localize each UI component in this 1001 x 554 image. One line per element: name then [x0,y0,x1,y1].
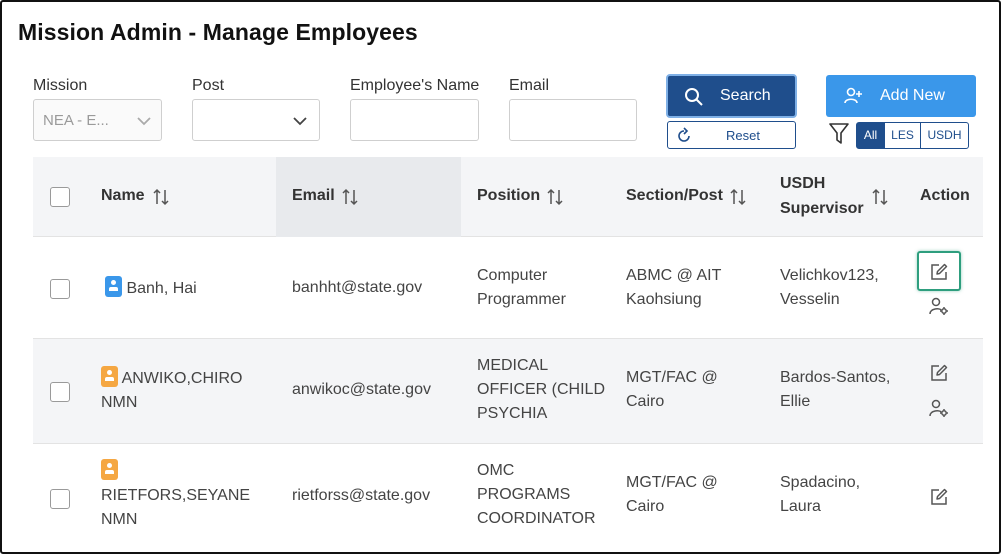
employee-name-text: ANWIKO,CHIRO [121,370,243,387]
post-label: Post [192,77,225,94]
employee-position: MEDICAL OFFICER (CHILD PSYCHIA [477,354,605,426]
user-settings-icon[interactable] [929,398,949,418]
section-line: ABMC @ AIT [626,267,722,284]
position-line: PSYCHIA [477,405,548,422]
search-button-label: Search [720,87,771,104]
column-header-section-post[interactable]: Section/Post [626,187,723,205]
employee-name-text: NMN [101,394,138,411]
employee-section-post: MGT/FAC @ Cairo [626,366,718,414]
employee-position: OMC PROGRAMS COORDINATOR [477,459,596,531]
search-icon [685,88,703,106]
employee-email: banhht@state.gov [292,279,423,296]
user-settings-icon[interactable] [929,296,949,316]
mission-select-value: NEA - E... [43,112,109,129]
table-row: RIETFORS,SEYANE NMN rietforss@state.gov … [33,444,983,552]
row-checkbox[interactable] [50,489,70,509]
supervisor-line: Bardos-Santos, [780,369,891,386]
filter-icon [829,123,849,144]
refresh-icon [678,127,690,142]
type-filter-usdh[interactable]: USDH [920,122,969,149]
table-row: Banh, Hai banhht@state.gov Computer Prog… [33,238,983,339]
employee-name-text: RIETFORS,SEYANE [101,487,251,504]
employee-supervisor: Spadacino, Laura [780,471,860,519]
column-header-email[interactable]: Email [292,187,335,205]
column-header-usdh[interactable]: USDH [780,175,825,193]
employee-supervisor: Bardos-Santos, Ellie [780,366,890,414]
add-new-button[interactable]: Add New [826,75,976,117]
sort-icon[interactable] [341,188,359,206]
position-line: OMC [477,462,515,479]
type-filter-all[interactable]: All [856,122,885,149]
employee-name-input[interactable] [350,99,479,141]
les-badge-icon [101,459,118,480]
sort-icon[interactable] [152,188,170,206]
column-header-action: Action [920,187,970,204]
email-input[interactable] [509,99,637,141]
edit-icon[interactable] [929,487,949,507]
table-row: ANWIKO,CHIRO NMN anwikoc@state.gov MEDIC… [33,339,983,444]
row-checkbox[interactable] [50,382,70,402]
section-line: Cairo [626,393,665,410]
employee-name[interactable]: ANWIKO,CHIRO NMN [101,366,242,415]
position-line: Computer [477,267,548,284]
table-header: Name Email Position Section/Post USDH Su… [33,157,983,237]
add-new-button-label: Add New [880,87,945,104]
employee-name[interactable]: RIETFORS,SEYANE NMN [101,459,250,532]
section-line: MGT/FAC @ [626,369,718,386]
sort-icon[interactable] [729,188,747,206]
search-button[interactable]: Search [666,74,797,118]
reset-button-label: Reset [726,128,760,143]
email-label: Email [509,77,550,94]
section-line: Kaohsiung [626,291,702,308]
sort-icon[interactable] [546,188,564,206]
column-header-supervisor[interactable]: Supervisor [780,200,864,218]
edit-icon[interactable] [929,363,949,383]
add-user-icon [844,87,862,104]
page-title: Mission Admin - Manage Employees [18,19,418,45]
supervisor-line: Laura [780,498,821,515]
sort-icon[interactable] [871,188,889,206]
post-select[interactable] [192,99,320,141]
section-line: MGT/FAC @ [626,474,718,491]
mission-label: Mission [33,77,88,94]
page-frame: Mission Admin - Manage Employees Mission… [0,0,1001,554]
supervisor-line: Velichkov123, [780,267,879,284]
type-filter-les[interactable]: LES [884,122,921,149]
employee-name-text: NMN [101,511,138,528]
employee-section-post: ABMC @ AIT Kaohsiung [626,264,721,312]
employee-name[interactable]: Banh, Hai [105,276,197,301]
mission-select[interactable]: NEA - E... [33,99,162,141]
employee-email: anwikoc@state.gov [292,381,431,398]
chevron-down-icon [137,117,151,126]
usdh-badge-icon [105,276,122,297]
position-line: COORDINATOR [477,510,596,527]
les-badge-icon [101,366,118,387]
supervisor-line: Ellie [780,393,811,410]
column-header-name[interactable]: Name [101,187,145,205]
employee-email: rietforss@state.gov [292,487,431,504]
employee-supervisor: Velichkov123, Vesselin [780,264,879,312]
chevron-down-icon [293,117,307,126]
employee-name-text: Banh, Hai [126,280,197,297]
edit-focus-highlight [917,251,961,291]
supervisor-line: Spadacino, [780,474,861,491]
employee-position: Computer Programmer [477,264,566,312]
select-all-checkbox[interactable] [50,187,70,207]
employee-name-label: Employee's Name [350,77,480,94]
row-checkbox[interactable] [50,279,70,299]
section-line: Cairo [626,498,665,515]
column-header-position[interactable]: Position [477,187,540,205]
position-line: Programmer [477,291,566,308]
position-line: MEDICAL [477,357,549,374]
supervisor-line: Vesselin [780,291,840,308]
position-line: OFFICER (CHILD [477,381,605,398]
employee-section-post: MGT/FAC @ Cairo [626,471,718,519]
position-line: PROGRAMS [477,486,571,503]
reset-button[interactable]: Reset [667,121,796,149]
